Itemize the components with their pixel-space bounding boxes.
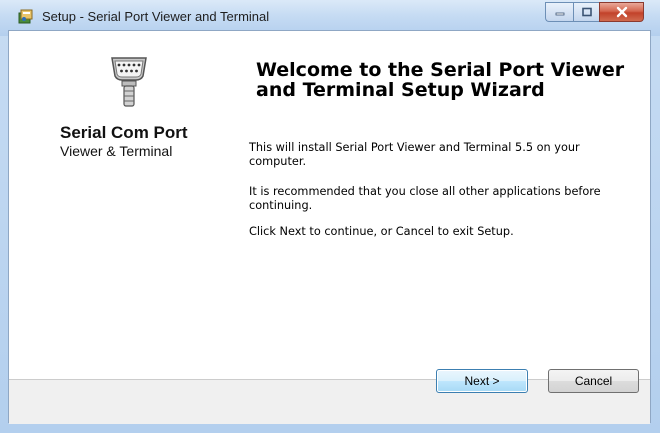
welcome-heading: Welcome to the Serial Port Viewer and Te… [256,59,625,101]
close-apps-text: It is recommended that you close all oth… [249,185,601,212]
instructions-text: Click Next to continue, or Cancel to exi… [249,225,514,238]
product-name: Serial Com Port [60,123,188,142]
install-info-text: This will install Serial Port Viewer and… [249,141,580,168]
setup-window: Setup - Serial Port Viewer and Terminal [0,0,660,433]
setup-installer-icon[interactable] [18,8,34,24]
serial-port-connector-icon [110,54,148,108]
maximize-icon [581,7,592,17]
minimize-icon [555,12,564,16]
wizard-client-area: Serial Com Port Viewer & Terminal Welcom… [8,30,651,424]
close-button[interactable] [599,2,644,22]
close-icon [616,6,627,18]
minimize-button[interactable] [545,2,573,22]
window-title: Setup - Serial Port Viewer and Terminal [42,9,270,24]
product-subtitle: Viewer & Terminal [60,143,173,159]
cancel-button[interactable]: Cancel [548,369,639,393]
maximize-button[interactable] [573,2,599,22]
window-controls [545,2,644,24]
next-button[interactable]: Next > [436,369,528,393]
